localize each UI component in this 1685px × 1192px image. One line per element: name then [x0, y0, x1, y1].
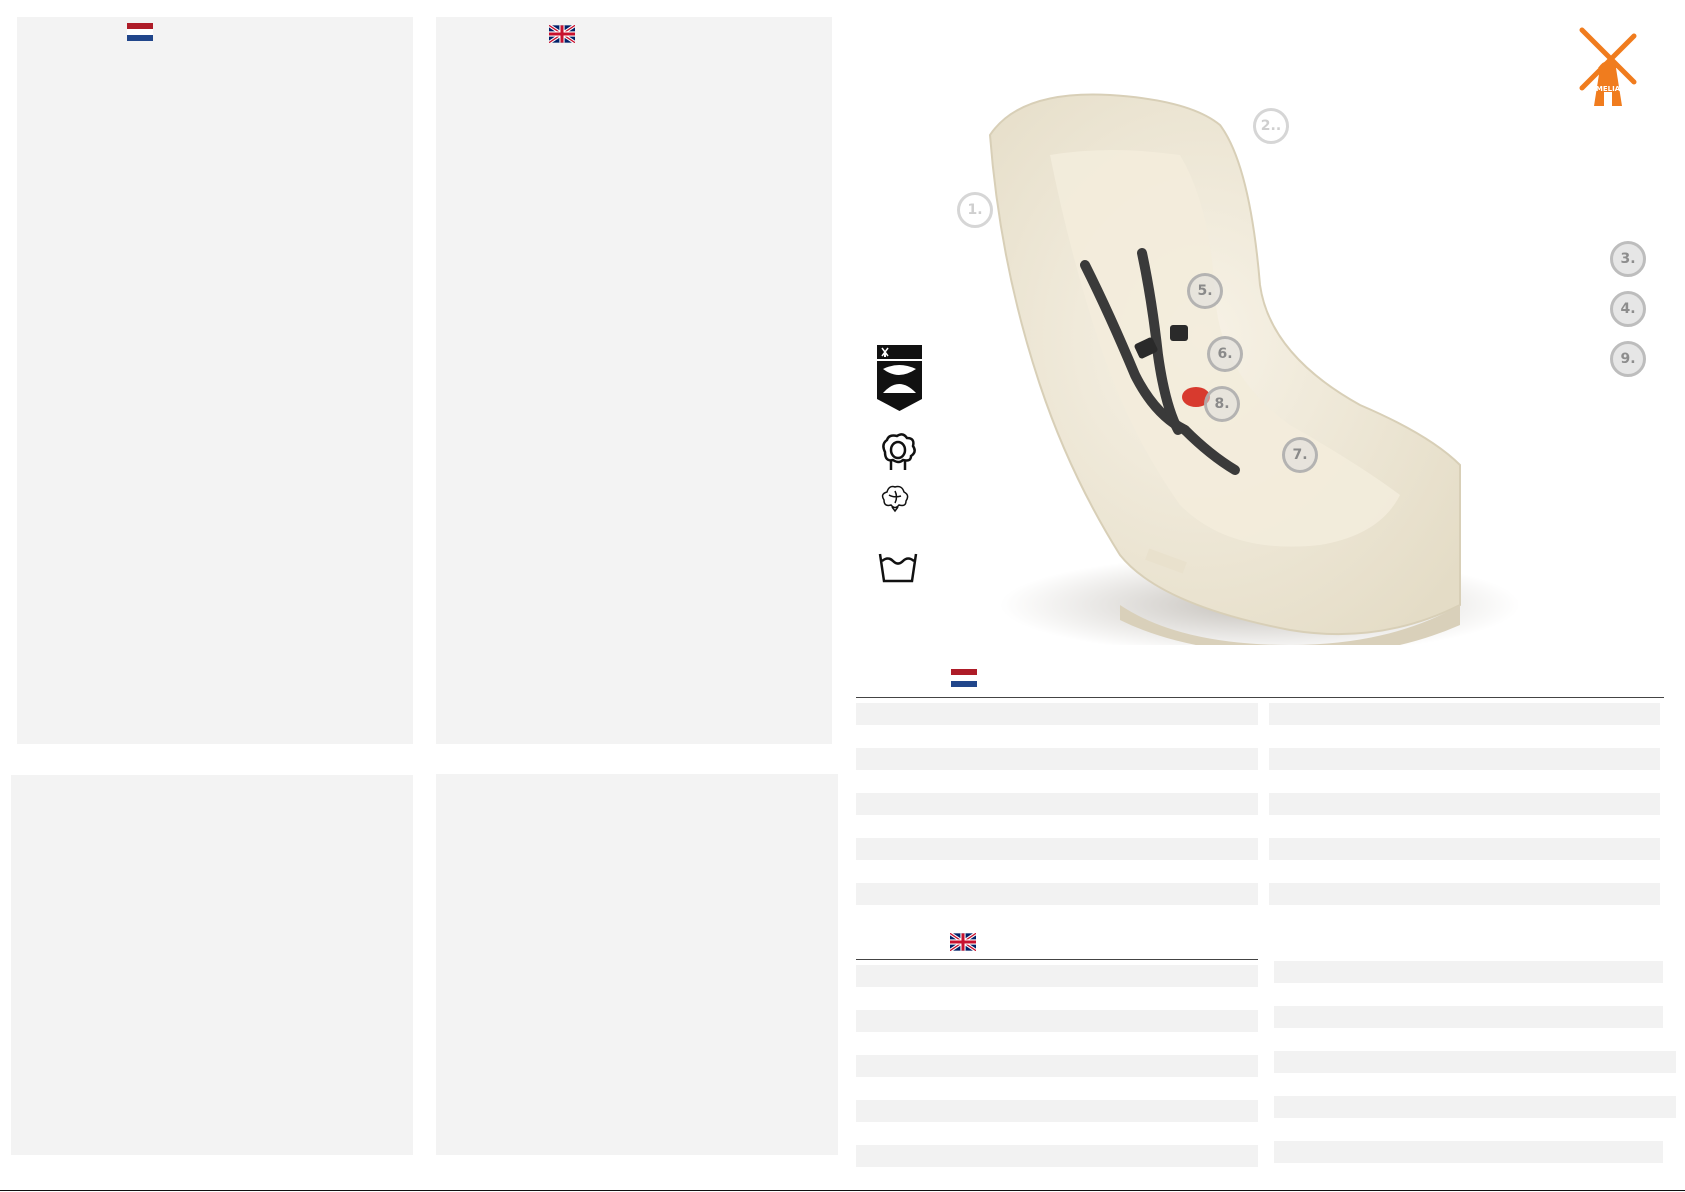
text-panel-nl-bottom	[11, 775, 413, 1155]
callout-6: 6.	[1207, 336, 1243, 372]
table-row	[1274, 1051, 1676, 1073]
table-row	[856, 883, 1258, 905]
callout-5: 5.	[1187, 273, 1223, 309]
table-row	[856, 1055, 1258, 1077]
table-nl-rule	[856, 697, 1664, 698]
table-row	[1274, 1006, 1663, 1028]
united-kingdom-flag-icon	[950, 933, 976, 951]
united-kingdom-flag-icon	[549, 25, 575, 43]
callout-1: 1.	[957, 192, 993, 228]
table-row	[1269, 703, 1660, 725]
page-trim-line	[0, 1190, 1685, 1191]
text-panel-en-top	[436, 17, 832, 744]
table-row	[856, 838, 1258, 860]
melia-logo: MELIA	[1568, 26, 1648, 110]
baby-seat-photo	[988, 93, 1520, 645]
table-row	[1274, 1096, 1676, 1118]
table-row	[856, 703, 1258, 725]
callout-9: 9.	[1610, 341, 1646, 377]
cotton-icon	[880, 483, 910, 518]
table-row	[1274, 961, 1663, 983]
text-panel-nl-top	[17, 17, 413, 744]
table-row	[856, 1010, 1258, 1032]
table-row	[1274, 1141, 1663, 1163]
netherlands-flag-icon	[127, 23, 153, 41]
table-row	[856, 1100, 1258, 1122]
callout-3: 3.	[1610, 241, 1646, 277]
callout-2: 2..	[1253, 108, 1289, 144]
logo-text: MELIA	[1596, 85, 1621, 93]
table-row	[856, 793, 1258, 815]
table-en-rule	[856, 959, 1258, 960]
text-panel-en-bottom	[436, 774, 838, 1155]
sheep-wool-icon	[877, 432, 919, 477]
callout-7: 7.	[1282, 437, 1318, 473]
melia-shield-icon	[877, 345, 922, 416]
table-row	[856, 965, 1258, 987]
table-row	[1269, 883, 1660, 905]
wash-tub-icon	[878, 551, 918, 588]
callout-4: 4.	[1610, 291, 1646, 327]
table-row	[1269, 838, 1660, 860]
table-row	[856, 1145, 1258, 1167]
table-row	[1269, 748, 1660, 770]
windmill-icon: MELIA	[1579, 27, 1637, 106]
table-row	[856, 748, 1258, 770]
netherlands-flag-icon	[951, 669, 977, 687]
table-row	[1269, 793, 1660, 815]
callout-8: 8.	[1204, 386, 1240, 422]
